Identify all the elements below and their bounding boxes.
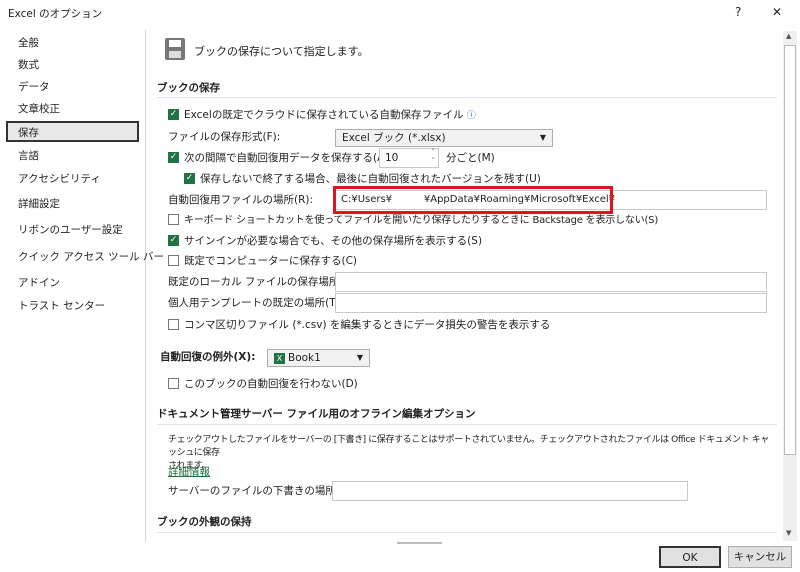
checkbox-label: 既定でコンピューターに保存する(C) <box>184 255 358 267</box>
close-button[interactable]: ✕ <box>772 5 782 19</box>
sidebar-item-accessibility[interactable]: アクセシビリティ <box>6 169 139 190</box>
checkbox-checked-icon: ✓ <box>168 234 179 246</box>
checkbox-label: Excelの既定でクラウドに保存されている自動保存ファイル <box>184 109 464 121</box>
show-other-locations-checkbox[interactable]: ✓ サインインが必要な場合でも、その他の保存場所を表示する(S) <box>168 232 482 250</box>
exceptions-label: 自動回復の例外(X): <box>160 351 256 363</box>
scroll-down-icon[interactable]: ▼ <box>786 529 791 537</box>
autorecover-minutes-spinner[interactable]: 10 ˄ ˅ <box>379 148 439 168</box>
help-button[interactable]: ? <box>735 5 741 19</box>
checkbox-checked-icon: ✓ <box>184 172 195 184</box>
sidebar-item-save[interactable]: 保存 <box>6 121 139 142</box>
minutes-unit-label: 分ごと(M) <box>446 152 495 164</box>
template-location-input[interactable] <box>335 293 767 313</box>
sidebar-item-language[interactable]: 言語 <box>6 146 139 167</box>
template-location-label: 個人用テンプレートの既定の場所(T): <box>168 297 344 309</box>
vertical-scrollbar[interactable]: ▲ ▼ <box>783 31 797 541</box>
checkbox-label: コンマ区切りファイル (*.csv) を編集するときにデータ損失の警告を表示する <box>184 319 551 331</box>
no-backstage-checkbox[interactable]: キーボード ショートカットを使ってファイルを開いたり保存したりするときに Bac… <box>168 212 658 230</box>
checkbox-label: 保存しないで終了する場合、最後に自動回復されたバージョンを残す(U) <box>200 173 541 185</box>
scrollbar-thumb[interactable] <box>784 45 796 455</box>
section-heading-appearance: ブックの外観の保持 <box>157 516 252 528</box>
highlight-box <box>333 186 613 214</box>
exceptions-book-select[interactable]: X Book1 ▼ <box>267 349 370 367</box>
format-select[interactable]: Excel ブック (*.xlsx) ▼ <box>335 129 553 147</box>
sidebar-item-proofing[interactable]: 文章校正 <box>6 99 139 120</box>
drafts-location-label: サーバーのファイルの下書きの場所(V): <box>168 485 355 497</box>
format-label: ファイルの保存形式(F): <box>168 131 281 143</box>
location-label: 自動回復用ファイルの場所(R): <box>168 194 314 206</box>
offline-note-block: チェックアウトしたファイルをサーバーの [下書き] に保存することはサポートされ… <box>168 434 774 473</box>
sidebar-item-data[interactable]: データ <box>6 77 139 98</box>
chevron-down-icon: ▼ <box>539 133 546 142</box>
checkbox-checked-icon: ✓ <box>168 108 179 120</box>
autosave-cloud-checkbox[interactable]: ✓ Excelの既定でクラウドに保存されている自動保存ファイル ⓘ <box>168 106 476 124</box>
checkbox-unchecked-icon <box>168 377 179 389</box>
checkbox-unchecked-icon <box>168 318 179 330</box>
divider <box>157 97 777 98</box>
section-heading-offline: ドキュメント管理サーバー ファイル用のオフライン編集オプション <box>157 408 476 420</box>
sidebar-item-trust-center[interactable]: トラスト センター <box>6 296 139 317</box>
checkbox-label: キーボード ショートカットを使ってファイルを開いたり保存したりするときに Bac… <box>184 215 659 226</box>
checkbox-label: サインインが必要な場合でも、その他の保存場所を表示する(S) <box>184 235 483 247</box>
excel-icon: X <box>274 352 285 364</box>
floppy-disk-icon <box>165 38 185 60</box>
format-value: Excel ブック (*.xlsx) <box>342 132 446 144</box>
info-icon[interactable]: ⓘ <box>467 111 476 121</box>
checkbox-label: 次の間隔で自動回復用データを保存する(A): <box>184 152 392 164</box>
window-title: Excel のオプション <box>8 8 103 20</box>
local-location-label: 既定のローカル ファイルの保存場所(I): <box>168 276 355 288</box>
more-info-link[interactable]: 詳細情報 <box>168 464 210 479</box>
autorecover-checkbox[interactable]: ✓ 次の間隔で自動回復用データを保存する(A): <box>168 149 392 167</box>
minutes-value: 10 <box>385 152 399 164</box>
scroll-up-icon[interactable]: ▲ <box>786 32 791 40</box>
disable-autorecover-checkbox[interactable]: このブックの自動回復を行わない(D) <box>168 375 358 393</box>
sidebar-item-general[interactable]: 全般 <box>6 33 139 54</box>
divider <box>157 532 777 533</box>
section-heading-save: ブックの保存 <box>157 82 220 94</box>
offline-note: チェックアウトしたファイルをサーバーの [下書き] に保存することはサポートされ… <box>168 435 769 458</box>
checkbox-unchecked-icon <box>168 254 179 266</box>
page-title: ブックの保存について指定します。 <box>194 45 369 58</box>
sidebar-item-formulas[interactable]: 数式 <box>6 55 139 76</box>
save-to-computer-checkbox[interactable]: 既定でコンピューターに保存する(C) <box>168 252 357 270</box>
cancel-button[interactable]: キャンセル <box>728 546 792 568</box>
checkbox-label: このブックの自動回復を行わない(D) <box>184 378 358 390</box>
csv-warning-checkbox[interactable]: コンマ区切りファイル (*.csv) を編集するときにデータ損失の警告を表示する <box>168 316 550 334</box>
divider <box>157 424 777 425</box>
sidebar-item-addins[interactable]: アドイン <box>6 273 139 294</box>
book-value: Book1 <box>288 352 321 364</box>
local-location-input[interactable] <box>335 272 767 292</box>
ok-button[interactable]: OK <box>659 546 721 568</box>
checkbox-checked-icon: ✓ <box>168 151 179 163</box>
checkbox-unchecked-icon <box>168 213 179 225</box>
spinner-arrows-icon[interactable]: ˄ ˅ <box>432 148 436 166</box>
sidebar: 全般 数式 データ 文章校正 保存 言語 アクセシビリティ 詳細設定 リボンのユ… <box>0 30 164 542</box>
drafts-location-input[interactable] <box>332 481 688 501</box>
resize-grip <box>397 542 442 544</box>
chevron-down-icon: ▼ <box>356 353 363 362</box>
title-bar: Excel のオプション ? ✕ <box>0 0 800 28</box>
sidebar-item-ribbon[interactable]: リボンのユーザー設定 <box>6 220 139 241</box>
sidebar-item-advanced[interactable]: 詳細設定 <box>6 194 139 215</box>
sidebar-item-qat[interactable]: クイック アクセス ツール バー <box>6 247 164 268</box>
